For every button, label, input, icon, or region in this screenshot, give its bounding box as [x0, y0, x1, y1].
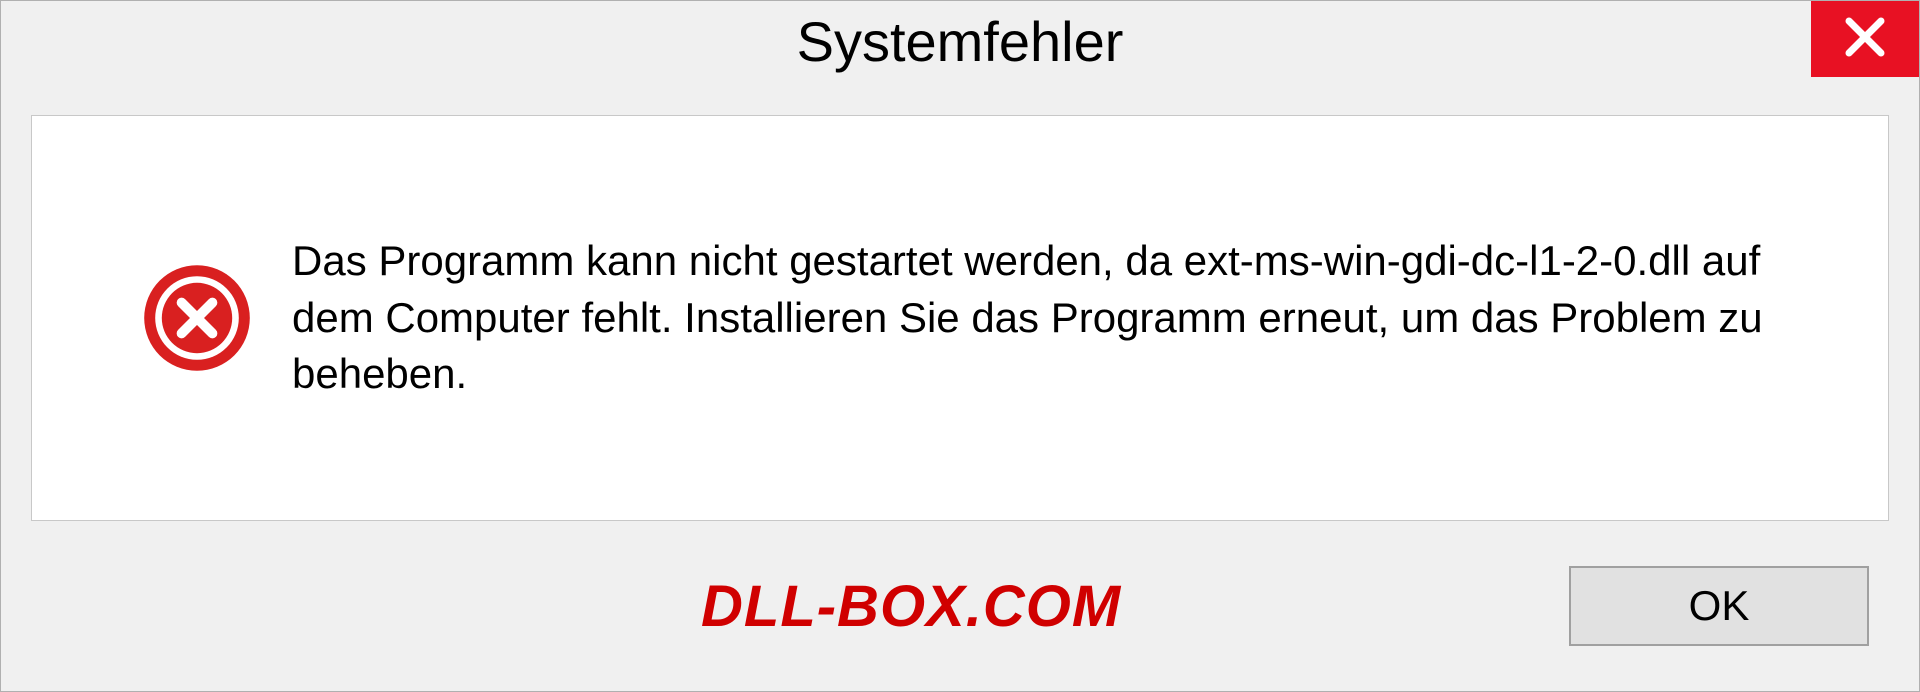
close-icon [1841, 13, 1889, 66]
error-icon [142, 263, 252, 373]
dialog-title: Systemfehler [797, 1, 1124, 74]
title-bar: Systemfehler [1, 1, 1919, 97]
ok-button[interactable]: OK [1569, 566, 1869, 646]
close-button[interactable] [1811, 1, 1919, 77]
watermark-text: DLL-BOX.COM [701, 573, 1121, 640]
error-message: Das Programm kann nicht gestartet werden… [292, 233, 1838, 403]
footer-bar: DLL-BOX.COM OK [1, 521, 1919, 691]
content-panel: Das Programm kann nicht gestartet werden… [31, 115, 1889, 521]
error-dialog: Systemfehler Das Programm kann nicht ges… [0, 0, 1920, 692]
